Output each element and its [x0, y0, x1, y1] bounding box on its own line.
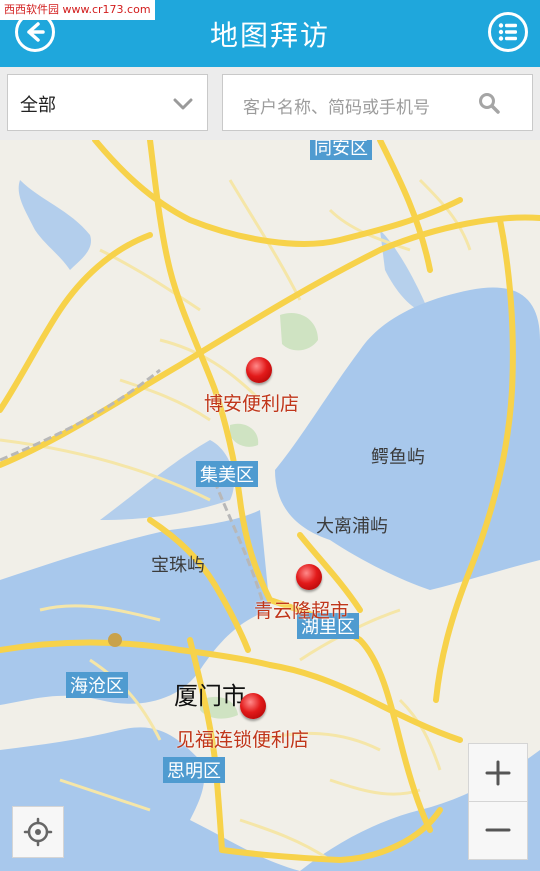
plus-icon — [485, 760, 511, 786]
marker-label-jian-fu[interactable]: 见福连锁便利店 — [176, 725, 309, 752]
search-placeholder: 客户名称、简码或手机号 — [243, 98, 430, 118]
search-input[interactable]: 客户名称、简码或手机号 — [222, 74, 533, 131]
minus-icon — [485, 828, 511, 832]
marker-pin-jian-fu[interactable] — [240, 693, 266, 719]
filter-bar: 全部 客户名称、简码或手机号 — [0, 67, 540, 140]
map-canvas — [0, 140, 540, 871]
map-label-jimei: 集美区 — [196, 461, 258, 487]
page-title: 地图拜访 — [209, 19, 330, 52]
category-select-value: 全部 — [20, 95, 56, 116]
marker-label-qing-yun-long[interactable]: 青云隆超市 — [254, 596, 349, 623]
marker-pin-bo-an[interactable] — [246, 357, 272, 383]
map-label-eyuyu: 鳄鱼屿 — [371, 447, 425, 468]
map-label-baozhuyu: 宝珠屿 — [151, 555, 205, 576]
list-menu-icon — [498, 23, 517, 41]
map-label-tongan: 同安区 — [310, 140, 372, 160]
watermark-text: 西西软件园 www.cr173.com — [0, 0, 155, 20]
zoom-out-button[interactable] — [469, 802, 527, 859]
zoom-controls — [468, 743, 528, 860]
locate-crosshair-icon — [23, 817, 53, 847]
search-icon — [479, 93, 500, 114]
zoom-in-button[interactable] — [469, 744, 527, 802]
chevron-down-icon — [173, 98, 193, 110]
marker-label-bo-an[interactable]: 博安便利店 — [204, 389, 299, 416]
category-select[interactable]: 全部 — [7, 74, 208, 131]
map-label-xiamen: 厦门市 — [174, 682, 246, 710]
menu-button[interactable] — [488, 12, 528, 52]
marker-pin-qing-yun-long[interactable] — [296, 564, 322, 590]
map-view[interactable]: 同安区 集美区 鳄鱼屿 大离浦屿 宝珠屿 湖里区 海沧区 厦门市 思明区 博安便… — [0, 140, 540, 871]
map-label-dalipu: 大离浦屿 — [316, 516, 388, 537]
map-label-haicang: 海沧区 — [66, 672, 128, 698]
locate-button[interactable] — [12, 806, 64, 858]
map-label-siming: 思明区 — [163, 757, 225, 783]
